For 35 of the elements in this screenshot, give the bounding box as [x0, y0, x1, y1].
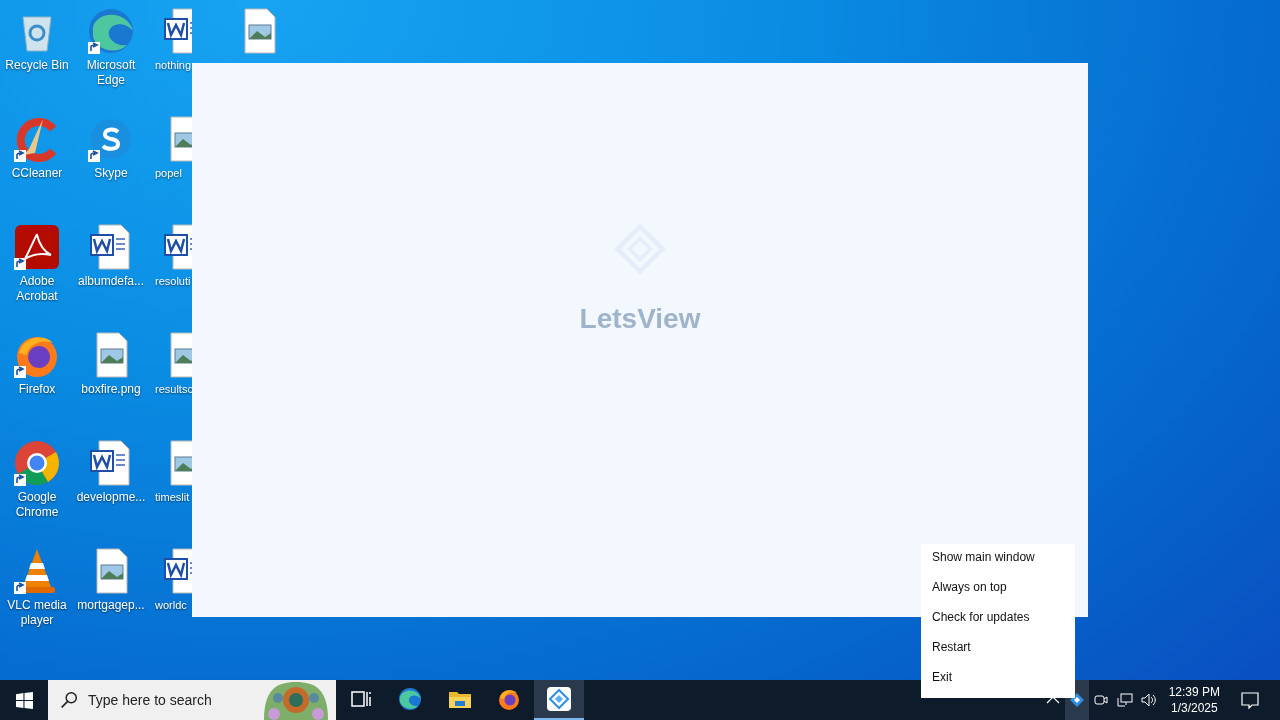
- icon-label: boxfire.png: [81, 382, 141, 397]
- clock-time[interactable]: 12:39 PM: [1168, 685, 1220, 699]
- icon-label: popel: [155, 166, 182, 181]
- menu-item[interactable]: Show main window: [921, 544, 1075, 574]
- icon-label: Firefox: [18, 382, 56, 397]
- icon-label: Microsoft Edge: [85, 58, 137, 88]
- icon-label: resoluti: [155, 274, 191, 289]
- search-bar[interactable]: Type here to search: [48, 680, 336, 720]
- icon-label: Google Chrome: [14, 490, 60, 520]
- icon-label: Skype: [94, 166, 128, 181]
- chrome-icon[interactable]: [13, 439, 61, 487]
- windows-icon: [15, 691, 33, 709]
- letsview-icon[interactable]: [534, 680, 584, 720]
- menu-item[interactable]: Check for updates: [921, 604, 1075, 634]
- icon-label: VLC media player: [6, 598, 68, 628]
- acrobat-icon[interactable]: [13, 223, 61, 271]
- icon-label: nothing: [155, 58, 192, 73]
- clock-date[interactable]: 1/3/2025: [1170, 701, 1218, 715]
- icon-label: resultsc: [155, 382, 193, 397]
- search-input[interactable]: Type here to search: [86, 691, 250, 709]
- menu-item[interactable]: Exit: [921, 664, 1075, 694]
- icon-label: developme...: [76, 490, 146, 505]
- menu-item[interactable]: Restart: [921, 634, 1075, 664]
- icon-label: mortgagep...: [77, 598, 145, 613]
- icon-label: CCleaner: [11, 166, 63, 181]
- app-title: LetsView: [579, 303, 701, 335]
- icon-label: Adobe Acrobat: [15, 274, 59, 304]
- icon-label: worldc: [155, 598, 187, 613]
- word-document-icon[interactable]: [161, 7, 192, 55]
- menu-item[interactable]: Always on top: [921, 574, 1075, 604]
- search-icon: [60, 691, 78, 709]
- icon-label: timeslit: [155, 490, 190, 505]
- icon-label: Recycle Bin: [5, 58, 69, 73]
- icon-label: albumdefa...: [77, 274, 144, 289]
- edge-icon[interactable]: [87, 7, 135, 55]
